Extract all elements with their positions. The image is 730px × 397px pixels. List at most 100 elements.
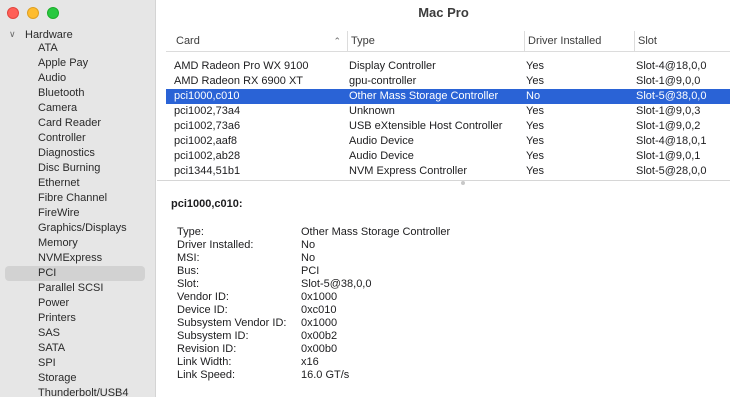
window-controls	[7, 7, 59, 19]
sidebar-item-nvmexpress[interactable]: NVMExpress	[5, 251, 145, 266]
sidebar-item-firewire[interactable]: FireWire	[5, 206, 145, 221]
property-value: 0x00b0	[301, 343, 338, 355]
sidebar-item-diagnostics[interactable]: Diagnostics	[5, 146, 145, 161]
property-value: Slot-5@38,0,0	[301, 278, 372, 290]
pci-table: AMD Radeon Pro WX 9100 Display Controller…	[166, 59, 730, 179]
table-row[interactable]: pci1002,73a4 Unknown Yes Slot-1@9,0,3	[166, 104, 730, 119]
cell-driver-installed: Yes	[526, 105, 544, 117]
chevron-down-icon[interactable]: ∨	[9, 29, 19, 40]
column-header-card[interactable]: Card ⌃	[166, 31, 347, 52]
sidebar-item-list: ATA Apple Pay Audio Bluetooth Camera Card Rea…	[5, 41, 145, 397]
property-key: Vendor ID:	[177, 291, 229, 303]
cell-card: pci1002,aaf8	[174, 135, 237, 147]
table-row[interactable]: pci1000,c010 Other Mass Storage Controlle…	[166, 89, 730, 104]
column-header-type[interactable]: Type	[347, 31, 524, 52]
cell-card: pci1344,51b1	[174, 165, 241, 177]
divider-grip-icon[interactable]	[461, 181, 465, 185]
sidebar-item-memory[interactable]: Memory	[5, 236, 145, 251]
sidebar-item-graphics-displays[interactable]: Graphics/Displays	[5, 221, 145, 236]
cell-driver-installed: Yes	[526, 135, 544, 147]
cell-driver-installed: Yes	[526, 120, 544, 132]
sidebar-item-ethernet[interactable]: Ethernet	[5, 176, 145, 191]
property-value: 0x00b2	[301, 330, 338, 342]
property-value: 0xc010	[301, 304, 337, 316]
property-value: 0x1000	[301, 291, 338, 303]
detail-title: pci1000,c010:	[171, 198, 243, 210]
sidebar-item-sas[interactable]: SAS	[5, 326, 145, 341]
property-key: MSI:	[177, 252, 200, 264]
property-key: Subsystem Vendor ID:	[177, 317, 287, 329]
cell-slot: Slot-1@9,0,0	[636, 75, 701, 87]
table-header: Card ⌃ Type Driver Installed Slot	[166, 31, 730, 52]
property-value: 16.0 GT/s	[301, 369, 350, 381]
column-header-label: Card	[176, 35, 200, 47]
sidebar-item-camera[interactable]: Camera	[5, 101, 145, 116]
sidebar-item-ata[interactable]: ATA	[5, 41, 145, 56]
table-row[interactable]: AMD Radeon Pro WX 9100 Display Controller…	[166, 59, 730, 74]
table-row[interactable]: pci1002,73a6 USB eXtensible Host Controll…	[166, 119, 730, 134]
sidebar-item-audio[interactable]: Audio	[5, 71, 145, 86]
table-row[interactable]: pci1344,51b1 NVM Express Controller Yes Slo…	[166, 164, 730, 179]
column-header-driver-installed[interactable]: Driver Installed	[524, 31, 634, 52]
cell-card: pci1002,73a6	[174, 120, 241, 132]
property-key: Bus:	[177, 265, 200, 277]
close-window-button[interactable]	[7, 7, 19, 19]
column-header-label: Driver Installed	[528, 35, 602, 47]
cell-slot: Slot-4@18,0,1	[636, 135, 707, 147]
cell-slot: Slot-1@9,0,1	[636, 150, 701, 162]
cell-type: Unknown	[349, 105, 395, 117]
column-header-slot[interactable]: Slot	[634, 31, 730, 52]
property-value: 0x1000	[301, 317, 338, 329]
sidebar-item-thunderbolt-usb4[interactable]: Thunderbolt/USB4	[5, 386, 145, 397]
cell-type: USB eXtensible Host Controller	[349, 120, 503, 132]
property-key: Type:	[177, 226, 204, 238]
cell-driver-installed: No	[526, 90, 541, 102]
cell-card: pci1002,73a4	[174, 105, 241, 117]
sidebar-item-storage[interactable]: Storage	[5, 371, 145, 386]
table-row[interactable]: pci1002,aaf8 Audio Device Yes Slot-4@18,0,1	[166, 134, 730, 149]
column-header-label: Slot	[638, 35, 657, 47]
minimize-window-button[interactable]	[27, 7, 39, 19]
sidebar-item-printers[interactable]: Printers	[5, 311, 145, 326]
property-value: No	[301, 252, 316, 264]
cell-card: AMD Radeon RX 6900 XT	[174, 75, 304, 87]
cell-driver-installed: Yes	[526, 165, 544, 177]
cell-type: NVM Express Controller	[349, 165, 467, 177]
sidebar-item-power[interactable]: Power	[5, 296, 145, 311]
property-value: Other Mass Storage Controller	[301, 226, 451, 238]
sidebar-item-bluetooth[interactable]: Bluetooth	[5, 86, 145, 101]
sidebar-item-parallel-scsi[interactable]: Parallel SCSI	[5, 281, 145, 296]
property-key: Driver Installed:	[177, 239, 254, 251]
table-row[interactable]: AMD Radeon RX 6900 XT gpu-controller Yes Sl…	[166, 74, 730, 89]
cell-slot: Slot-5@38,0,0	[636, 90, 707, 102]
sidebar-item-apple-pay[interactable]: Apple Pay	[5, 56, 145, 71]
sidebar-group-hardware[interactable]: ∨ Hardware	[9, 27, 73, 42]
split-divider[interactable]	[157, 180, 730, 186]
property-key: Device ID:	[177, 304, 228, 316]
table-row[interactable]: pci1002,ab28 Audio Device Yes Slot-1@9,0,1	[166, 149, 730, 164]
zoom-window-button[interactable]	[47, 7, 59, 19]
cell-driver-installed: Yes	[526, 60, 544, 72]
property-value: PCI	[301, 265, 320, 277]
sidebar-item-disc-burning[interactable]: Disc Burning	[5, 161, 145, 176]
cell-card: pci1002,ab28	[174, 150, 241, 162]
cell-slot: Slot-4@18,0,0	[636, 60, 707, 72]
cell-type: gpu-controller	[349, 75, 417, 87]
sidebar-item-pci[interactable]: PCI	[5, 266, 145, 281]
sidebar-group-label: Hardware	[25, 28, 73, 41]
sidebar-item-fibre-channel[interactable]: Fibre Channel	[5, 191, 145, 206]
sidebar-item-card-reader[interactable]: Card Reader	[5, 116, 145, 131]
cell-type: Display Controller	[349, 60, 436, 72]
sidebar-item-sata[interactable]: SATA	[5, 341, 145, 356]
sidebar-item-spi[interactable]: SPI	[5, 356, 145, 371]
sidebar-item-controller[interactable]: Controller	[5, 131, 145, 146]
property-value: No	[301, 239, 316, 251]
cell-driver-installed: Yes	[526, 150, 544, 162]
cell-slot: Slot-1@9,0,2	[636, 120, 701, 132]
property-key: Revision ID:	[177, 343, 237, 355]
sidebar: ∨ Hardware ATA Apple Pay Audio Bluetooth Cam…	[0, 0, 156, 397]
property-value: x16	[301, 356, 319, 368]
cell-type: Audio Device	[349, 150, 414, 162]
cell-slot: Slot-5@28,0,0	[636, 165, 707, 177]
sort-ascending-icon: ⌃	[333, 36, 341, 46]
